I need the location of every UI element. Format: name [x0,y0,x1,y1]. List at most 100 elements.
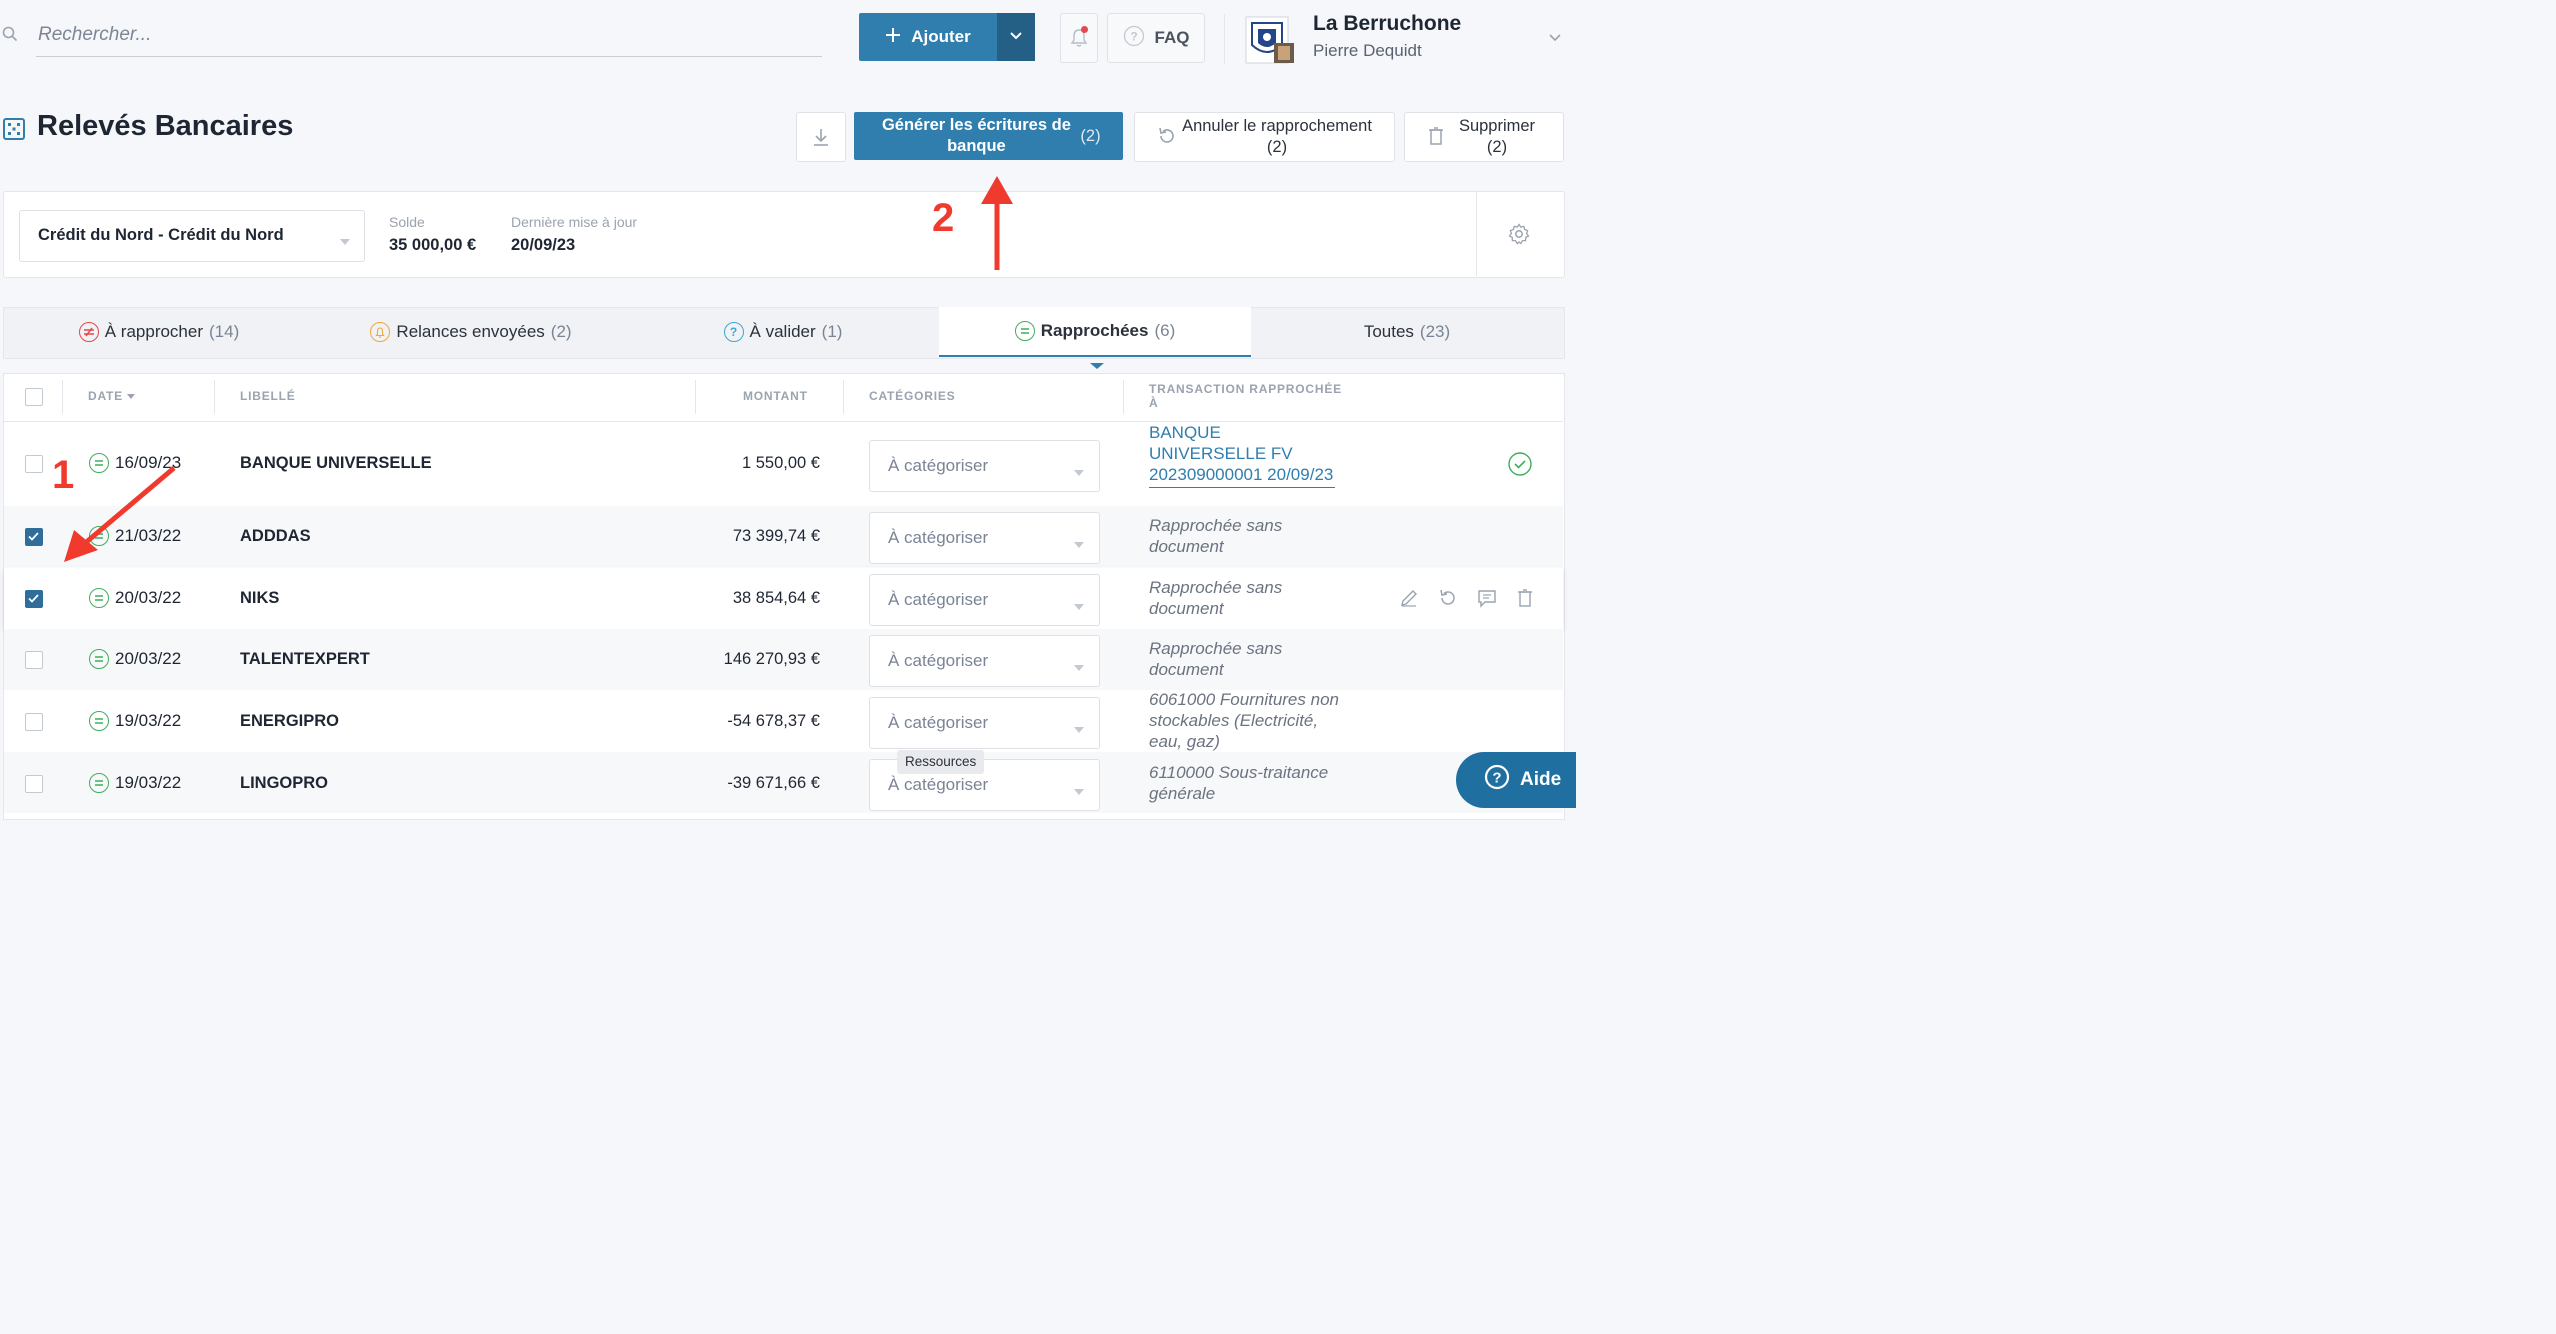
tab-label: Toutes [1363,322,1414,341]
edit-pencil-icon[interactable] [1399,588,1419,613]
undo-icon [1157,126,1177,151]
column-divider [214,380,215,414]
question-icon: ? [723,322,744,342]
matched-transaction-text: Rapprochée sans document [1149,639,1283,679]
category-value: À catégoriser [888,713,989,732]
tab-count: (23) [1419,322,1451,341]
tab-count: (14) [209,322,240,341]
tab-reminders-sent[interactable]: Relances envoyées (2) [315,307,627,357]
cancel-reconciliation-label: Annuler le rapprochement (2) [1182,117,1372,156]
category-value: À catégoriser [888,651,989,670]
reconciled-icon [89,773,109,793]
category-select[interactable]: À catégoriser [869,697,1100,749]
caret-down-icon [1074,597,1084,615]
row-libelle: ADDDAS [240,527,311,545]
balance-value: 35 000,00 € [389,236,477,254]
faq-label: FAQ [1154,28,1190,47]
category-select[interactable]: À catégoriser [869,574,1100,626]
generate-entries-label: Générer les écritures de banque [881,116,1071,155]
help-button[interactable]: ? Aide [1456,752,1576,808]
balance-label: Solde [389,214,425,230]
add-button[interactable]: Ajouter [859,13,1035,61]
column-header-transaction: TRANSACTION RAPPROCHÉE À [1149,382,1342,410]
tab-label: Relances envoyées [396,322,545,341]
column-divider [695,380,696,414]
bell-icon [370,322,391,342]
reconciled-icon [89,711,109,731]
caret-down-icon [1074,535,1084,553]
unmatched-icon [78,322,99,342]
row-date: 20/03/22 [115,588,182,607]
tab-all[interactable]: Toutes (23) [1251,307,1563,357]
column-header-categories: CATÉGORIES [869,389,956,403]
caret-down-icon [1074,782,1084,800]
company-logo[interactable] [1244,15,1296,65]
delete-button[interactable]: Supprimer (2) [1404,112,1564,162]
cancel-reconciliation-button[interactable]: Annuler le rapprochement (2) [1134,112,1395,162]
row-libelle: TALENTEXPERT [240,650,370,668]
caret-down-icon [1074,463,1084,481]
row-date: 20/03/22 [115,649,182,668]
comment-icon[interactable] [1477,588,1497,613]
svg-text:?: ? [1130,29,1137,43]
settings-divider [1476,192,1477,276]
generate-entries-count: (2) [1080,126,1101,145]
add-button-main[interactable]: Ajouter [859,13,997,61]
notifications-button[interactable] [1060,13,1098,63]
caret-down-icon [340,232,350,250]
matched-transaction-text: Rapprochée sans document [1149,578,1283,618]
reconciled-icon [89,588,109,608]
row-checkbox[interactable] [25,455,43,473]
bank-account-value: Crédit du Nord - Crédit du Nord [38,226,284,244]
category-select[interactable]: À catégoriser [869,512,1100,564]
row-checkbox[interactable] [25,713,43,731]
help-circle-icon: ? [1484,764,1510,796]
chevron-down-icon [1009,28,1023,46]
check-circle-icon [1508,452,1532,481]
category-value: À catégoriser [888,456,989,475]
tab-to-reconcile[interactable]: À rapprocher (14) [3,307,315,357]
search-input[interactable] [36,14,822,57]
row-montant: 73 399,74 € [732,527,820,545]
caret-down-icon [1074,658,1084,676]
annotation-arrow-up [980,176,1016,277]
row-checkbox[interactable] [25,651,43,669]
select-all-checkbox[interactable] [25,388,43,406]
download-button[interactable] [796,112,846,162]
faq-button[interactable]: ? FAQ [1107,13,1205,63]
annotation-arrow-down-left [60,462,180,571]
trash-icon [1427,126,1445,151]
page-title: Relevés Bancaires [37,110,294,142]
tab-label: À valider [749,322,816,341]
row-montant: 1 550,00 € [742,454,820,472]
bank-account-select[interactable]: Crédit du Nord - Crédit du Nord [19,210,365,262]
trash-icon[interactable] [1516,588,1534,613]
row-checkbox[interactable] [25,590,43,608]
add-dropdown-toggle[interactable] [997,13,1035,61]
account-menu-chevron-icon[interactable] [1548,30,1562,48]
sort-down-icon [127,389,136,403]
topbar-divider [1224,14,1225,64]
active-tab-pointer [1090,356,1104,374]
download-icon [812,127,830,152]
column-header-date[interactable]: DATE [88,389,136,403]
tab-to-validate[interactable]: ? À valider (1) [627,307,939,357]
row-checkbox[interactable] [25,775,43,793]
category-select[interactable]: À catégoriser [869,635,1100,687]
settings-gear-icon[interactable] [1508,223,1530,250]
generate-entries-button[interactable]: Générer les écritures de banque (2) [854,112,1123,160]
matched-transaction-link[interactable]: BANQUE UNIVERSELLE FV 202309000001 20/09… [1149,422,1335,488]
annotation-step-2: 2 [932,196,955,240]
plus-icon [885,27,901,48]
undo-icon[interactable] [1438,588,1458,613]
row-checkbox[interactable] [25,528,43,546]
last-update-label: Dernière mise à jour [511,214,638,230]
tab-label: À rapprocher [104,322,204,341]
tab-count: (2) [550,322,572,341]
help-label: Aide [1520,769,1562,790]
tab-reconciled[interactable]: Rapprochées (6) [939,307,1251,357]
row-libelle: ENERGIPRO [240,712,340,730]
row-libelle: NIKS [240,589,280,607]
row-libelle: BANQUE UNIVERSELLE [240,454,432,472]
category-select[interactable]: À catégoriser [869,440,1100,492]
